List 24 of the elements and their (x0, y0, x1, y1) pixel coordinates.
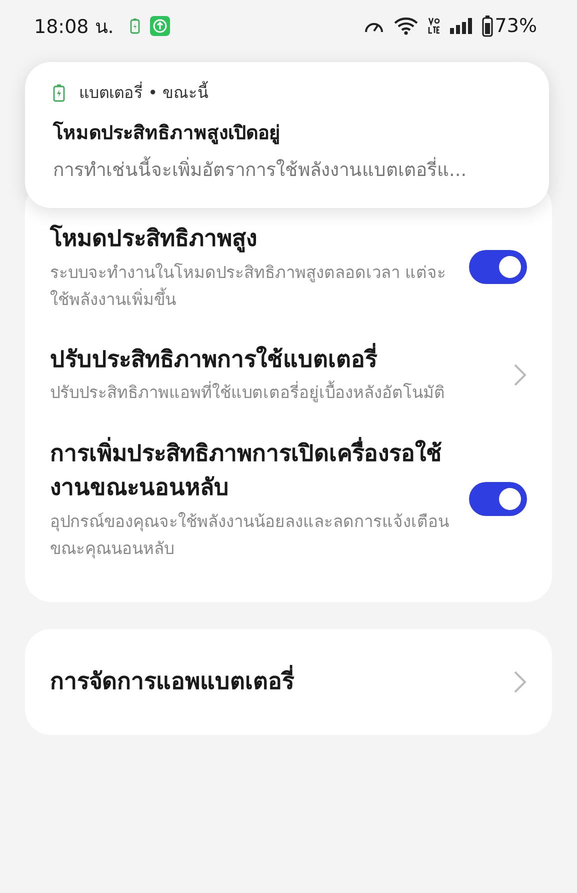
toggle-switch[interactable] (469, 250, 527, 284)
status-time: 18:08 น. (34, 15, 114, 40)
wifi-icon (394, 17, 418, 35)
setting-title: การเพิ่มประสิทธิภาพการเปิดเครื่องรอใช้งานขณะนอนหลับ (50, 436, 453, 506)
setting-title: ปรับประสิทธิภาพการใช้แบตเตอรี่ (50, 342, 497, 378)
battery-charging-icon (130, 18, 140, 34)
setting-description: อุปกรณ์ของคุณจะใช้พลังงานน้อยลงและลดการแจ้งเตือนขณะคุณนอนหลับ (50, 510, 450, 560)
notification-source: แบตเตอรี่ • ขณะนี้ (79, 80, 209, 104)
setting-title: โหมดประสิทธิภาพสูง (50, 224, 258, 254)
battery-charging-icon (53, 84, 65, 102)
setting-description: ปรับประสิทธิภาพแอพที่ใช้แบตเตอรี่อยู่เบื้องหลังอัตโนมัติ (50, 379, 497, 407)
chevron-icon (513, 362, 527, 387)
upload-app-icon (150, 16, 170, 36)
notification-card[interactable]: แบตเตอรี่ • ขณะนี้ โหมดประสิทธิภาพสูงเปิดอยู่ การทำเช่นนี้จะเพิ่มอัตราการใช้พลังงานแบตเตอรี่แ... (25, 62, 549, 208)
toggle-switch[interactable] (469, 482, 527, 516)
battery-percentage: 73% (494, 15, 537, 37)
battery-icon (482, 15, 493, 37)
volte-icon (428, 17, 440, 35)
chevron-icon (513, 670, 527, 694)
setting-title[interactable]: การจัดการแอพแบตเตอรี่ (50, 664, 513, 700)
notification-text: การทำเช่นนี้จะเพิ่มอัตราการใช้พลังงานแบตเตอรี่แ... (53, 155, 521, 184)
signal-icon (450, 18, 472, 34)
setting-description: ระบบจะทำงานในโหมดประสิทธิภาพสูงตลอดเวลา แต่จะใช้พลังงานเพิ่มขึ้น (50, 262, 448, 311)
notification-title: โหมดประสิทธิภาพสูงเปิดอยู่ (53, 120, 281, 146)
